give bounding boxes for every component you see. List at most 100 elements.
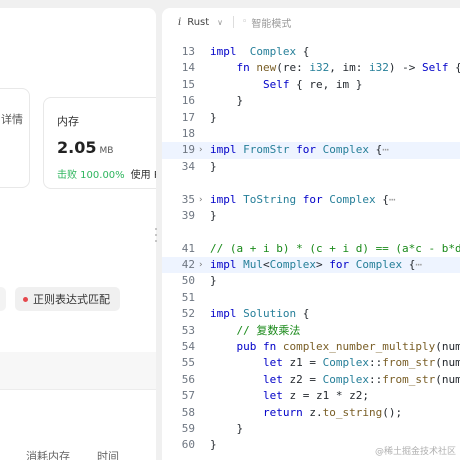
tag-regex[interactable]: 正则表达式匹配 [15, 287, 120, 311]
code-token: for [329, 258, 350, 272]
code-line[interactable]: 39} [162, 208, 460, 224]
line-number: 58 [181, 405, 195, 419]
fold-chevron-icon[interactable]: › [198, 142, 203, 158]
memory-beat-text: 击败 100.00% 使用 R [57, 166, 156, 181]
code-token: FromStr [243, 143, 290, 157]
code-line[interactable]: 57 let z = z1 * z2; [162, 388, 460, 404]
code-text: } [210, 273, 217, 289]
memory-use-text: 使用 R [130, 170, 156, 181]
code-token: fn [236, 61, 250, 75]
line-number: 50 [181, 274, 195, 288]
code-token: } [210, 94, 244, 108]
code-token: impl [210, 45, 237, 58]
pane-resize-handle[interactable] [154, 228, 158, 242]
code-token: let [262, 356, 283, 370]
code-token: ⋯ [388, 192, 396, 206]
results-table-band [0, 352, 156, 390]
code-line[interactable] [162, 175, 460, 191]
code-lines[interactable]: 13 impl Complex {14 fn new(re: i32, im: i… [162, 44, 460, 454]
code-token: pub fn [236, 340, 277, 354]
chevron-down-icon[interactable]: ∨ [217, 18, 223, 27]
code-line[interactable]: 54 pub fn complex_number_multiply(num1: [162, 339, 460, 355]
tag-regex-label: 正则表达式匹配 [33, 293, 110, 306]
code-line[interactable]: 58 return z.to_string(); [162, 405, 460, 421]
code-text: let z2 = Complex::from_str(num2. [210, 372, 460, 388]
code-token: // 复数乘法 [236, 323, 301, 337]
results-table [0, 352, 156, 460]
code-token: Complex [355, 258, 403, 272]
column-memory[interactable]: 消耗内存 [26, 448, 70, 460]
code-token: } [210, 421, 244, 435]
code-line[interactable]: 18 [162, 126, 460, 142]
code-token: z = z1 * z2; [282, 389, 369, 403]
code-editor[interactable]: i Rust ∨ ◦ 智能模式 13 impl Complex {14 fn ne… [162, 8, 460, 460]
code-token: i32 [369, 61, 389, 75]
code-text: } [210, 208, 217, 224]
code-token: Complex [249, 45, 297, 58]
code-text: impl Complex { [210, 44, 309, 60]
code-line[interactable]: 59 } [162, 421, 460, 437]
code-token: } [210, 438, 217, 452]
line-number: 59 [181, 421, 195, 435]
code-token: (num2. [435, 372, 460, 386]
code-line[interactable]: 34} [162, 159, 460, 175]
line-number: 19 [181, 143, 195, 157]
code-line[interactable]: 51 [162, 290, 460, 306]
line-number: 18 [181, 126, 195, 140]
code-token: complex_number_multiply [282, 340, 436, 354]
code-token: :: [368, 372, 383, 386]
code-token: > [315, 258, 330, 272]
code-line[interactable]: 13 impl Complex { [162, 44, 460, 60]
line-number: 52 [181, 307, 195, 321]
code-token: impl [210, 258, 237, 272]
code-text: } [210, 93, 243, 109]
code-line[interactable] [162, 224, 460, 240]
code-line[interactable]: 52 impl Solution { [162, 306, 460, 322]
code-token: , im: [329, 61, 369, 75]
language-selector[interactable]: Rust [187, 17, 209, 28]
code-line[interactable]: 42 › impl Mul<Complex> for Complex {⋯ [162, 257, 460, 274]
code-line[interactable]: 50} [162, 273, 460, 289]
code-line[interactable]: 53 // 复数乘法 [162, 323, 460, 339]
code-line[interactable]: 17} [162, 110, 460, 126]
code-text: impl Solution { [210, 306, 309, 322]
column-time[interactable]: 时间 [97, 448, 119, 460]
code-text: } [210, 110, 217, 126]
code-text: } [210, 159, 217, 175]
code-line[interactable]: 35 › impl ToString for Complex {⋯ [162, 192, 460, 208]
line-number: 13 [181, 45, 195, 58]
code-token: } [210, 274, 217, 288]
tag-partial[interactable] [0, 287, 6, 311]
code-line[interactable]: 41 // (a + i b) * (c + i d) == (a*c - b*d… [162, 241, 460, 257]
code-token: impl [210, 307, 237, 321]
code-line[interactable]: 19 › impl FromStr for Complex {⋯ [162, 142, 460, 159]
code-token: < [263, 258, 270, 272]
code-line[interactable]: 55 let z1 = Complex::from_str(num1. [162, 355, 460, 371]
code-token: (num1. [435, 356, 460, 370]
code-token: ) -> [388, 61, 422, 75]
line-number: 53 [181, 323, 195, 337]
fold-chevron-icon[interactable]: › [198, 257, 203, 273]
code-line[interactable]: 15 Self { re, im } [162, 77, 460, 93]
fold-chevron-icon[interactable]: › [198, 192, 203, 208]
code-token: i32 [309, 61, 330, 75]
code-text: Self { re, im } [210, 77, 362, 93]
smart-mode-toggle[interactable]: 智能模式 [251, 15, 291, 30]
memory-card[interactable]: 内存 2.05MB 击败 100.00% 使用 R [43, 97, 156, 189]
line-number: 41 [181, 241, 195, 255]
code-token: Complex [329, 192, 376, 206]
code-token: for [302, 192, 323, 206]
code-token: { [368, 143, 383, 157]
runtime-card[interactable]: 详情 [0, 88, 30, 188]
code-line[interactable]: 14 fn new(re: i32, im: i32) -> Self { [162, 60, 460, 76]
line-number: 35 [181, 192, 195, 206]
editor-header: i Rust ∨ ◦ 智能模式 [162, 8, 460, 36]
code-line[interactable]: 16 } [162, 93, 460, 109]
code-line[interactable]: 56 let z2 = Complex::from_str(num2. [162, 372, 460, 388]
code-token: Self [422, 61, 449, 75]
